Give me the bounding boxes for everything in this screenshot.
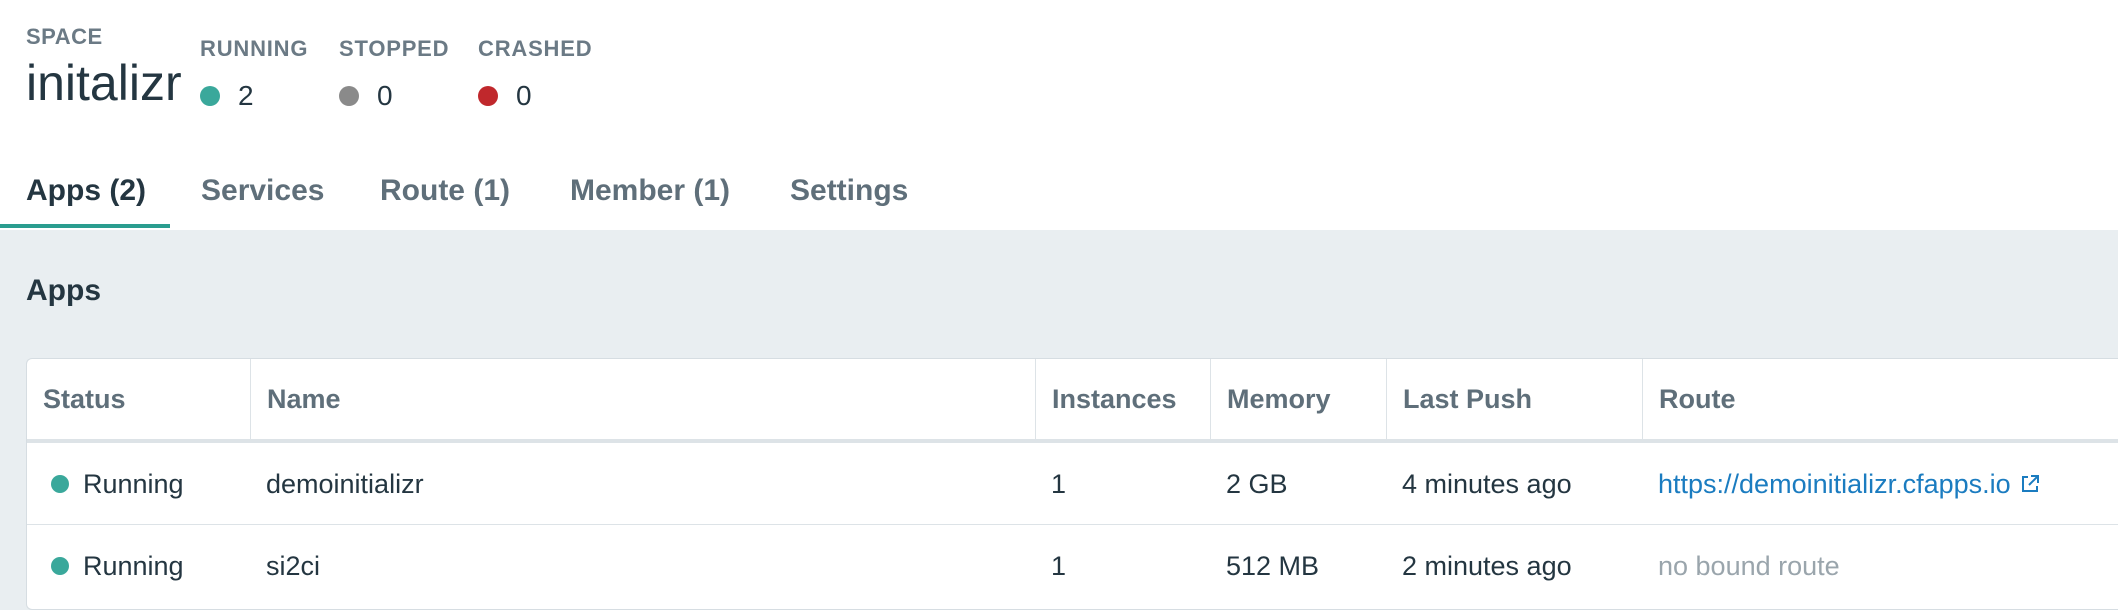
external-link-icon[interactable] [2019,473,2041,495]
stopped-count: 0 [377,80,393,111]
apps-section-title: Apps [26,274,101,307]
running-status-dot-icon [51,475,69,493]
tab-apps[interactable]: Apps (2) [26,174,146,208]
app-status: Running [83,469,184,499]
tab-settings[interactable]: Settings [790,174,908,208]
app-memory: 2 GB [1226,469,1288,499]
crashed-label: CRASHED [478,36,593,61]
stopped-status-dot-icon [339,86,359,106]
crashed-count: 0 [516,80,532,111]
app-route-cell: https://demoinitializr.cfapps.io [1658,443,2041,525]
tab-member[interactable]: Member (1) [570,174,730,208]
app-memory: 512 MB [1226,551,1320,581]
running-count: 2 [238,80,254,111]
running-status-dot-icon [51,557,69,575]
space-info: SPACE initalizr [26,24,182,108]
app-status: Running [83,551,184,581]
app-last-push: 2 minutes ago [1402,551,1572,581]
app-instances: 1 [1051,551,1067,581]
app-route-link[interactable]: https://demoinitializr.cfapps.io [1658,469,2011,499]
running-stat: RUNNING 2 [200,36,308,112]
column-header-last-push[interactable]: Last Push [1386,359,1642,439]
column-header-memory[interactable]: Memory [1210,359,1386,439]
tab-services[interactable]: Services [201,174,324,208]
app-route-none: no bound route [1658,551,1840,581]
column-header-instances[interactable]: Instances [1035,359,1210,439]
app-name[interactable]: demoinitializr [266,443,424,525]
app-instances: 1 [1051,469,1067,499]
space-label: SPACE [26,24,103,49]
column-header-name[interactable]: Name [250,359,1035,439]
stopped-stat: STOPPED 0 [339,36,449,112]
app-last-push: 4 minutes ago [1402,469,1572,499]
stopped-label: STOPPED [339,36,450,61]
tab-route[interactable]: Route (1) [380,174,510,208]
apps-table: Status Name Instances Memory Last Push R… [26,358,2118,610]
app-name[interactable]: si2ci [266,525,320,607]
space-header: SPACE initalizr RUNNING 2 STOPPED 0 CRAS… [0,0,2118,230]
column-header-route[interactable]: Route [1642,359,2118,439]
column-header-status[interactable]: Status [27,359,250,439]
tab-bar: Apps (2) Services Route (1) Member (1) S… [0,170,2118,230]
crashed-stat: CRASHED 0 [478,36,592,112]
table-row[interactable]: Running si2ci 1 512 MB 2 minutes ago no … [27,525,2118,607]
active-tab-indicator [0,224,170,228]
space-name: initalizr [26,55,182,111]
table-header-row: Status Name Instances Memory Last Push R… [27,359,2118,443]
table-row[interactable]: Running demoinitializr 1 2 GB 4 minutes … [27,443,2118,525]
running-label: RUNNING [200,36,309,61]
running-status-dot-icon [200,86,220,106]
apps-panel: Apps Status Name Instances Memory Last P… [0,230,2118,610]
crashed-status-dot-icon [478,86,498,106]
